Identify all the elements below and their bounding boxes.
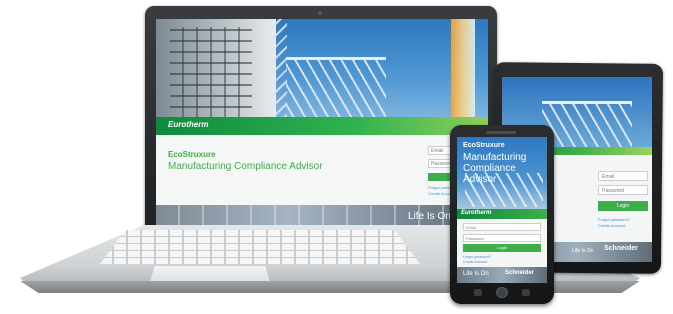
trackpad <box>150 266 270 282</box>
phone-forgot-password-link[interactable]: Forgot password? <box>463 255 491 259</box>
tablet-hero-truss <box>542 101 632 148</box>
tablet-login-button[interactable]: Login <box>598 201 648 211</box>
tablet-password-field[interactable]: Password <box>598 185 648 195</box>
tablet-email-field[interactable]: Email <box>598 171 648 181</box>
laptop-screen: Eurotherm EcoStruxure Manufacturing Comp… <box>156 19 488 230</box>
keyboard-rows <box>100 230 420 264</box>
phone-password-field[interactable]: Password <box>463 234 541 242</box>
tablet-create-account-link[interactable]: Create Account <box>598 223 625 228</box>
phone-hardware-buttons <box>470 287 534 299</box>
phone-tagline: Life Is On <box>463 271 489 277</box>
hero-building-windows <box>170 27 252 117</box>
brand-logo: Eurotherm <box>168 120 209 129</box>
phone-brand-logo: Eurotherm <box>461 210 492 216</box>
phone-speaker <box>486 131 516 134</box>
tablet-forgot-password-link[interactable]: Forgot password? <box>598 217 630 222</box>
back-button[interactable] <box>474 289 482 296</box>
phone-login-button[interactable]: Login <box>463 244 541 252</box>
phone-email-field[interactable]: Email <box>463 223 541 231</box>
phone-company-logo: Schneider <box>505 270 535 276</box>
phone-product-logo: EcoStruxure <box>463 142 505 149</box>
tablet-tagline: Life Is On <box>572 248 594 254</box>
app-title: Manufacturing Compliance Advisor <box>168 161 323 172</box>
hero-truss <box>286 57 386 122</box>
camera-icon <box>318 11 322 15</box>
tagline: Life Is On <box>408 211 451 222</box>
product-logo: EcoStruxure <box>168 150 216 159</box>
phone-screen: EcoStruxure Manufacturing Compliance Adv… <box>457 137 547 283</box>
home-button[interactable] <box>496 287 508 298</box>
phone-create-account-link[interactable]: Create Account <box>463 260 487 264</box>
hero-truss-vertical <box>271 19 287 125</box>
menu-button[interactable] <box>522 289 530 296</box>
tablet-company-logo: Schneider <box>604 245 638 252</box>
phone-app-title: Manufacturing Compliance Advisor <box>463 152 527 185</box>
hero-tower <box>451 19 475 125</box>
